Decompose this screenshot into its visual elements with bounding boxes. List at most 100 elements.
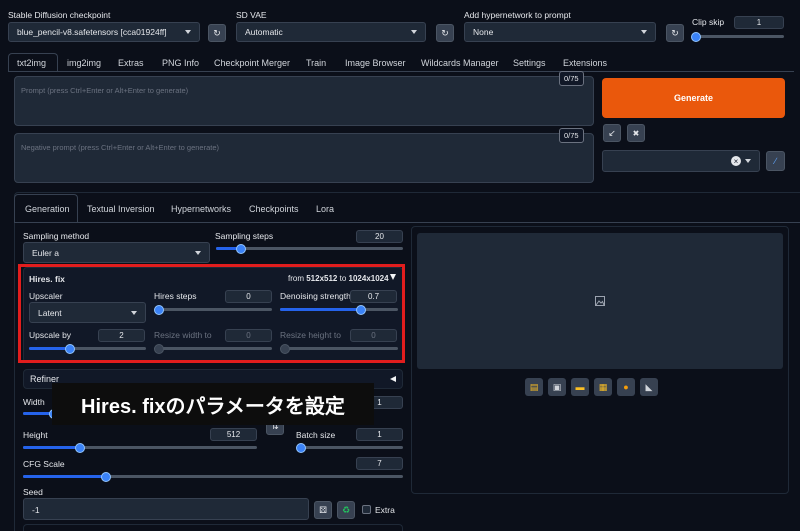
generate-label: Generate <box>673 93 714 103</box>
refresh-icon: ↻ <box>441 27 449 38</box>
random-seed-button[interactable]: ⚄ <box>314 501 332 519</box>
subtabs-divider <box>14 222 800 223</box>
open-folder-button[interactable]: ▤ <box>525 378 543 396</box>
seed-label: Seed <box>23 487 43 497</box>
refresh-hypernetwork-button[interactable]: ↻ <box>666 24 684 42</box>
ruler-icon: ◣ <box>645 381 653 392</box>
chevron-down-icon <box>185 30 191 34</box>
hypernetwork-select[interactable]: None <box>464 22 656 42</box>
chevron-down-icon <box>641 30 647 34</box>
subtab-lora[interactable]: Lora <box>316 204 334 214</box>
hypernetwork-value: None <box>473 27 494 37</box>
checkpoint-value: blue_pencil-v8.safetensors [cca01924ff] <box>17 27 167 37</box>
refresh-checkpoint-button[interactable]: ↻ <box>208 24 226 42</box>
extra-seed-label: Extra <box>375 505 395 515</box>
caption-text: Hires. fixのパラメータを設定 <box>81 395 345 418</box>
negative-token-counter: 0/75 <box>559 128 584 143</box>
reuse-seed-button[interactable]: ♻ <box>337 501 355 519</box>
tab-extensions[interactable]: Extensions <box>563 58 607 68</box>
sampling-method-value: Euler a <box>32 247 59 258</box>
clear-prompt-button[interactable]: ✖ <box>627 124 645 142</box>
subtab-hypernetworks[interactable]: Hypernetworks <box>171 204 231 214</box>
height-slider[interactable] <box>23 442 257 453</box>
chevron-down-icon <box>745 159 751 163</box>
pencil-icon: ∕ <box>774 156 777 166</box>
tab-txt2img[interactable]: txt2img <box>17 58 46 68</box>
seed-input[interactable]: -1 <box>23 498 309 520</box>
tab-settings[interactable]: Settings <box>513 58 546 68</box>
sampling-method-select[interactable]: Euler a <box>23 242 210 263</box>
vae-select[interactable]: Automatic <box>236 22 426 42</box>
zip-button[interactable]: ▬ <box>571 378 589 396</box>
tab-extras[interactable]: Extras <box>118 58 144 68</box>
output-toolbar: ▤ ▣ ▬ ▦ ● ◣ <box>525 378 658 396</box>
arrow-down-left-icon: ↙ <box>608 127 616 138</box>
cfg-scale-input[interactable]: 7 <box>356 457 403 470</box>
zip-icon: ▬ <box>575 382 585 392</box>
palette-icon: ● <box>623 382 629 392</box>
styles-select[interactable]: × <box>602 150 760 172</box>
tab-image-browser[interactable]: Image Browser <box>345 58 406 68</box>
send-to-inpaint-button[interactable]: ● <box>617 378 635 396</box>
cfg-scale-label: CFG Scale <box>23 459 65 469</box>
tab-train[interactable]: Train <box>306 58 326 68</box>
output-image-area <box>417 233 783 369</box>
prompt-textarea[interactable]: Prompt (press Ctrl+Enter or Alt+Enter to… <box>14 76 594 126</box>
sampling-steps-input[interactable]: 20 <box>356 230 403 243</box>
tab-png-info[interactable]: PNG Info <box>162 58 199 68</box>
extra-seed-checkbox[interactable] <box>362 505 371 514</box>
image-placeholder-icon <box>595 296 605 306</box>
checkpoint-label: Stable Diffusion checkpoint <box>8 10 111 20</box>
chevron-down-icon <box>195 250 201 255</box>
prompt-token-counter: 0/75 <box>559 71 584 86</box>
sampling-steps-slider[interactable] <box>216 243 403 254</box>
clip-skip-slider[interactable] <box>691 31 784 42</box>
read-params-button[interactable]: ↙ <box>603 124 621 142</box>
clip-skip-input[interactable]: 1 <box>734 16 784 29</box>
clear-styles-icon[interactable]: × <box>731 156 741 166</box>
subtab-checkpoints[interactable]: Checkpoints <box>249 204 299 214</box>
refresh-icon: ↻ <box>671 27 679 38</box>
picture-icon: ▦ <box>598 381 608 392</box>
refresh-vae-button[interactable]: ↻ <box>436 24 454 42</box>
save-icon: ▣ <box>552 381 562 392</box>
tabs-divider <box>8 71 794 72</box>
batch-size-slider[interactable] <box>296 442 403 453</box>
hypernetwork-label: Add hypernetwork to prompt <box>464 10 571 20</box>
vae-value: Automatic <box>245 27 283 37</box>
script-panel-edge <box>23 524 403 531</box>
refresh-icon: ↻ <box>213 27 221 38</box>
recycle-icon: ♻ <box>341 504 351 515</box>
prompt-placeholder: Prompt (press Ctrl+Enter or Alt+Enter to… <box>21 86 189 95</box>
batch-size-input[interactable]: 1 <box>356 428 403 441</box>
edit-styles-button[interactable]: ∕ <box>766 151 785 171</box>
subtab-generation[interactable]: Generation <box>25 204 70 214</box>
tab-img2img[interactable]: img2img <box>67 58 101 68</box>
expand-triangle-icon <box>390 376 396 382</box>
cfg-scale-slider[interactable] <box>23 471 403 482</box>
send-to-extras-button[interactable]: ◣ <box>640 378 658 396</box>
trash-icon: ✖ <box>632 128 640 138</box>
sampling-method-label: Sampling method <box>23 231 90 241</box>
save-button[interactable]: ▣ <box>548 378 566 396</box>
dice-icon: ⚄ <box>319 504 327 515</box>
negative-prompt-textarea[interactable]: Negative prompt (press Ctrl+Enter or Alt… <box>14 133 594 183</box>
highlight-frame <box>18 264 405 363</box>
generate-button[interactable]: Generate <box>602 78 785 118</box>
height-input[interactable]: 512 <box>210 428 257 441</box>
clip-skip-label: Clip skip <box>692 17 725 27</box>
caption-overlay: Hires. fixのパラメータを設定 <box>52 383 374 425</box>
tab-wildcards-manager[interactable]: Wildcards Manager <box>421 58 499 68</box>
vae-label: SD VAE <box>236 10 267 20</box>
send-to-img2img-button[interactable]: ▦ <box>594 378 612 396</box>
height-label: Height <box>23 430 48 440</box>
width-label: Width <box>23 397 45 407</box>
tab-checkpoint-merger[interactable]: Checkpoint Merger <box>214 58 290 68</box>
checkpoint-select[interactable]: blue_pencil-v8.safetensors [cca01924ff] <box>8 22 200 42</box>
chevron-down-icon <box>411 30 417 34</box>
negative-prompt-placeholder: Negative prompt (press Ctrl+Enter or Alt… <box>21 143 220 152</box>
subtab-textual-inversion[interactable]: Textual Inversion <box>87 204 155 214</box>
sampling-steps-label: Sampling steps <box>215 231 274 241</box>
folder-icon: ▤ <box>529 381 539 392</box>
batch-size-label: Batch size <box>296 430 336 440</box>
